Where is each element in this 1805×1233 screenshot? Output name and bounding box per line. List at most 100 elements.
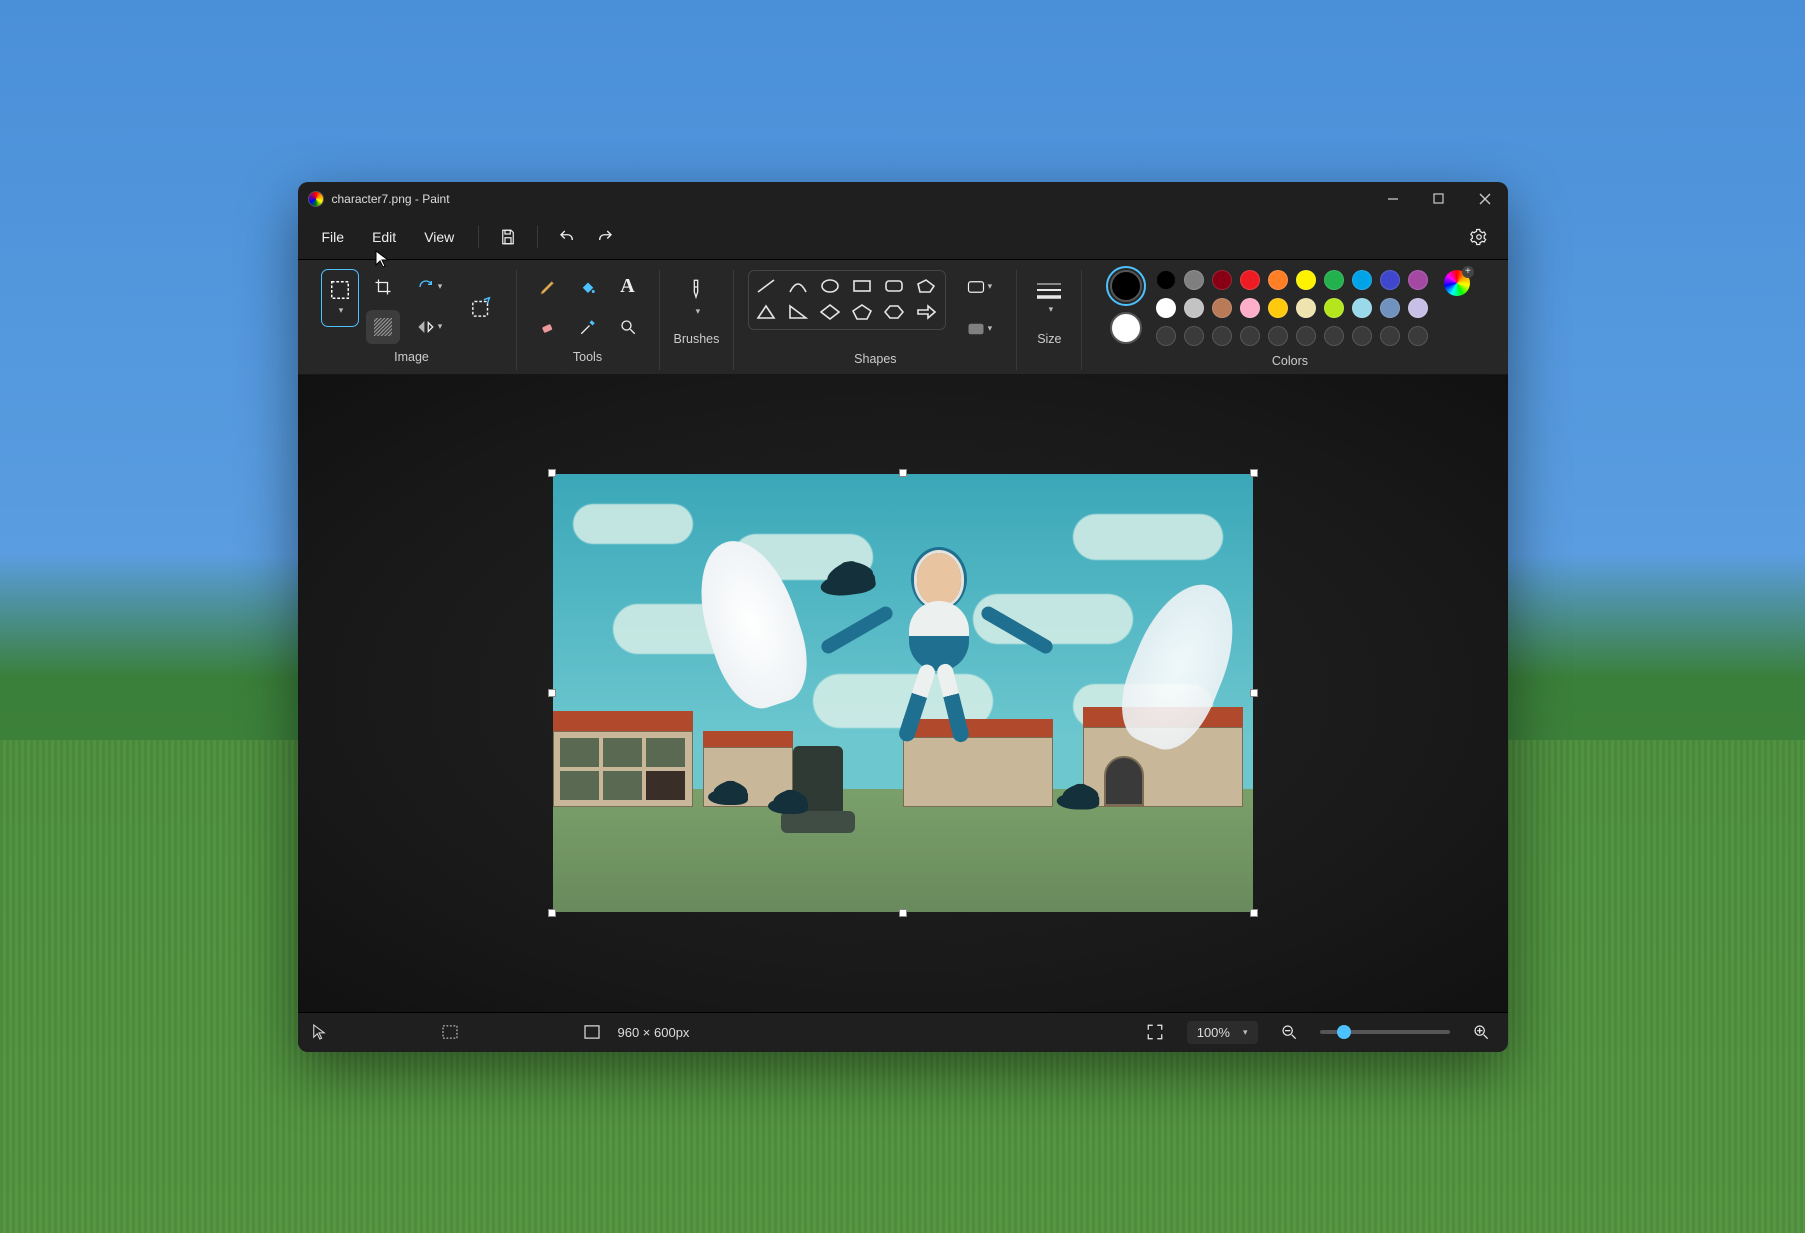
color-swatch[interactable]: [1380, 298, 1400, 318]
color-swatch[interactable]: [1324, 270, 1344, 290]
color-swatch[interactable]: [1324, 326, 1344, 346]
menu-edit[interactable]: Edit: [360, 223, 408, 251]
transparent-selection-tool[interactable]: [366, 310, 400, 344]
fit-to-window-button[interactable]: [1141, 1018, 1169, 1046]
color-swatch[interactable]: [1296, 298, 1316, 318]
color-swatch[interactable]: [1352, 326, 1372, 346]
redo-button[interactable]: [588, 220, 622, 254]
shape-rect[interactable]: [851, 277, 873, 295]
color-swatch[interactable]: [1212, 270, 1232, 290]
resize-handle[interactable]: [899, 909, 907, 917]
group-label-tools: Tools: [573, 350, 602, 364]
zoom-out-button[interactable]: [1276, 1019, 1302, 1045]
group-size: ▾ Size: [1017, 270, 1082, 370]
selection-size-icon: [442, 1025, 458, 1039]
color-swatch[interactable]: [1240, 326, 1260, 346]
zoom-dropdown[interactable]: 100% ▾: [1187, 1021, 1258, 1044]
resize-handle[interactable]: [899, 469, 907, 477]
save-button[interactable]: [491, 220, 525, 254]
edit-colors-button[interactable]: [1444, 270, 1470, 296]
resize-handle[interactable]: [1250, 689, 1258, 697]
maximize-button[interactable]: [1416, 182, 1462, 216]
eraser-tool[interactable]: [531, 310, 565, 344]
brushes-dropdown[interactable]: ▾: [678, 270, 714, 326]
color-swatch[interactable]: [1184, 326, 1204, 346]
resize-tool[interactable]: [462, 287, 502, 327]
color-swatch[interactable]: [1212, 326, 1232, 346]
color-swatch[interactable]: [1296, 270, 1316, 290]
canvas-size-value: 960 × 600px: [618, 1025, 690, 1040]
canvas-workspace[interactable]: [298, 375, 1508, 1012]
shape-fill-dropdown[interactable]: ▾: [956, 312, 1002, 346]
color-swatch[interactable]: [1296, 326, 1316, 346]
zoom-in-button[interactable]: [1468, 1019, 1494, 1045]
resize-handle[interactable]: [1250, 909, 1258, 917]
color-swatch[interactable]: [1268, 270, 1288, 290]
shape-curve[interactable]: [787, 277, 809, 295]
color-1[interactable]: [1110, 270, 1142, 302]
separator: [478, 226, 479, 248]
resize-handle[interactable]: [1250, 469, 1258, 477]
flip-tool[interactable]: ▾: [406, 310, 454, 344]
rotate-tool[interactable]: ▾: [406, 270, 454, 304]
fill-tool[interactable]: [571, 270, 605, 304]
chevron-down-icon: ▾: [696, 306, 701, 317]
settings-button[interactable]: [1462, 220, 1496, 254]
shape-line[interactable]: [755, 277, 777, 295]
color-swatch[interactable]: [1240, 270, 1260, 290]
shape-polygon[interactable]: [915, 277, 937, 295]
group-shapes: ▾ ▾ Shapes: [734, 270, 1017, 370]
color-swatch[interactable]: [1352, 298, 1372, 318]
menu-file[interactable]: File: [310, 223, 357, 251]
pencil-tool[interactable]: [531, 270, 565, 304]
shape-oval[interactable]: [819, 277, 841, 295]
color-swatch[interactable]: [1212, 298, 1232, 318]
color-swatch[interactable]: [1380, 326, 1400, 346]
color-swatch[interactable]: [1268, 326, 1288, 346]
text-tool[interactable]: A: [611, 270, 645, 304]
shape-pentagon[interactable]: [851, 303, 873, 321]
separator: [537, 226, 538, 248]
crop-tool[interactable]: [366, 270, 400, 304]
resize-handle[interactable]: [548, 909, 556, 917]
undo-button[interactable]: [550, 220, 584, 254]
color-swatch[interactable]: [1156, 270, 1176, 290]
resize-handle[interactable]: [548, 469, 556, 477]
menu-bar: File Edit View: [298, 216, 1508, 260]
color-swatch[interactable]: [1156, 326, 1176, 346]
resize-handle[interactable]: [548, 689, 556, 697]
select-tool[interactable]: ▾: [322, 270, 358, 326]
shape-rrect[interactable]: [883, 277, 905, 295]
color-swatch[interactable]: [1408, 270, 1428, 290]
color-swatch[interactable]: [1380, 270, 1400, 290]
shapes-gallery[interactable]: [748, 270, 946, 330]
shape-outline-dropdown[interactable]: ▾: [956, 270, 1002, 304]
status-bar: 960 × 600px 100% ▾: [298, 1012, 1508, 1052]
color-swatch[interactable]: [1324, 298, 1344, 318]
minimize-button[interactable]: [1370, 182, 1416, 216]
menu-view[interactable]: View: [412, 223, 466, 251]
color-swatch[interactable]: [1184, 298, 1204, 318]
canvas[interactable]: [553, 474, 1253, 912]
group-label-brushes: Brushes: [674, 332, 720, 346]
color-swatch[interactable]: [1268, 298, 1288, 318]
shape-hexagon[interactable]: [883, 303, 905, 321]
shape-triangle[interactable]: [755, 303, 777, 321]
size-dropdown[interactable]: ▾: [1031, 270, 1067, 326]
color-swatch[interactable]: [1352, 270, 1372, 290]
shape-arrow[interactable]: [915, 303, 937, 321]
magnifier-tool[interactable]: [611, 310, 645, 344]
color-swatch[interactable]: [1156, 298, 1176, 318]
color-swatch[interactable]: [1408, 326, 1428, 346]
color-swatch[interactable]: [1184, 270, 1204, 290]
color-picker-tool[interactable]: [571, 310, 605, 344]
color-swatch[interactable]: [1408, 298, 1428, 318]
color-2[interactable]: [1110, 312, 1142, 344]
zoom-slider[interactable]: [1320, 1030, 1450, 1034]
group-label-shapes: Shapes: [854, 352, 896, 366]
color-swatch[interactable]: [1240, 298, 1260, 318]
shape-diamond[interactable]: [819, 303, 841, 321]
zoom-value: 100%: [1197, 1025, 1230, 1040]
close-button[interactable]: [1462, 182, 1508, 216]
shape-right-triangle[interactable]: [787, 303, 809, 321]
